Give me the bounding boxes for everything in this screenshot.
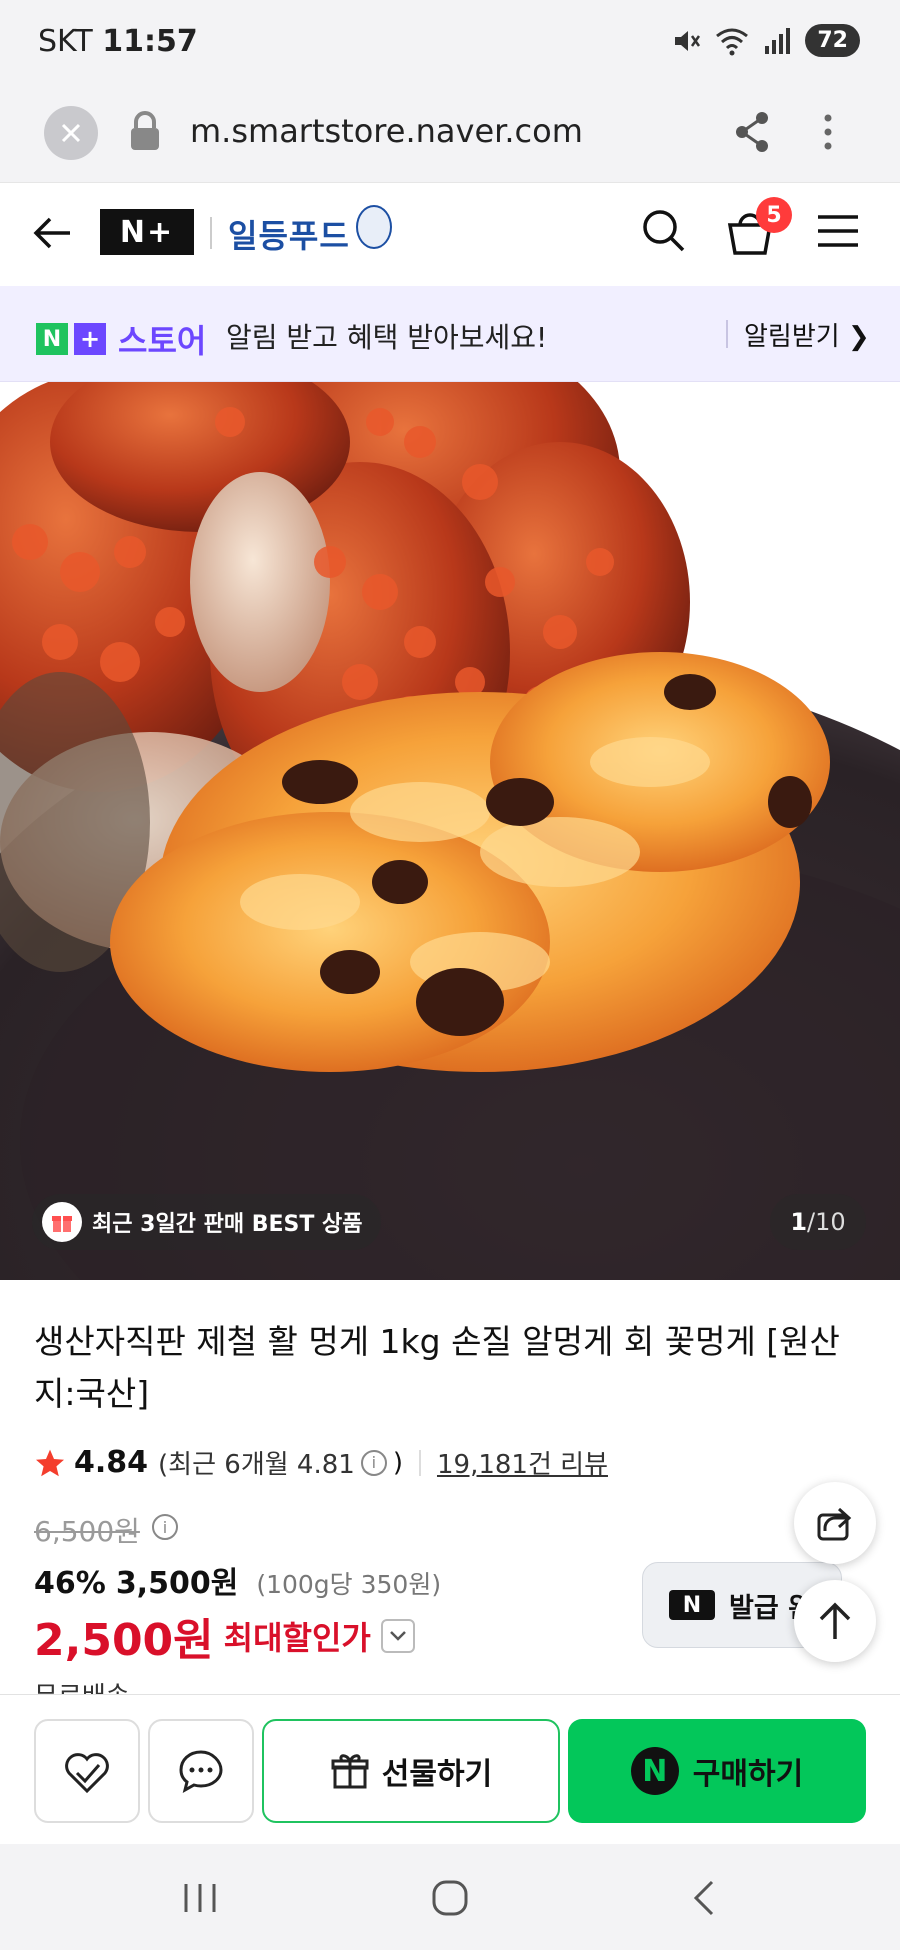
more-vert-icon[interactable] bbox=[818, 108, 838, 156]
recent-rating-close: ) bbox=[392, 1447, 403, 1478]
naver-pay-n-icon: N bbox=[630, 1747, 679, 1795]
carrier: SKT bbox=[38, 24, 93, 59]
logo-store-text: 스토어 bbox=[118, 322, 207, 360]
scroll-to-top-button[interactable] bbox=[794, 1580, 876, 1662]
best-seller-badge: 최근 3일간 판매 BEST 상품 bbox=[32, 1194, 381, 1250]
image-total: /10 bbox=[807, 1208, 846, 1236]
naver-plus-logo[interactable]: N+ bbox=[100, 209, 194, 255]
close-icon bbox=[61, 123, 81, 143]
store-brand-name[interactable]: 일등푸드 bbox=[228, 211, 350, 257]
max-discount-price: 2,500원 bbox=[34, 1615, 214, 1666]
home-icon[interactable] bbox=[430, 1880, 470, 1916]
search-icon[interactable] bbox=[640, 207, 688, 255]
close-tab-button[interactable] bbox=[44, 106, 98, 160]
notice-message: 알림 받고 혜택 받아보세요! bbox=[226, 321, 548, 354]
talk-talk-button[interactable] bbox=[148, 1719, 254, 1823]
back-arrow-icon[interactable] bbox=[30, 211, 74, 255]
max-discount-row[interactable]: 2,500원 최대할인가 bbox=[34, 1604, 415, 1668]
status-right: 72 bbox=[671, 24, 860, 57]
battery-indicator: 72 bbox=[805, 24, 860, 57]
info-icon[interactable]: i bbox=[360, 1449, 387, 1476]
mute-icon bbox=[675, 30, 701, 51]
gift-icon bbox=[42, 1202, 82, 1242]
chevron-down-icon[interactable] bbox=[380, 1619, 415, 1653]
chat-bubble-icon bbox=[179, 1750, 223, 1793]
original-price: 6,500원 bbox=[34, 1515, 140, 1548]
discount-price: 3,500원 bbox=[115, 1566, 239, 1601]
notice-divider bbox=[726, 320, 728, 348]
clock: 11:57 bbox=[102, 24, 198, 59]
product-image-gallery[interactable]: 최근 3일간 판매 BEST 상품 1 /10 bbox=[0, 382, 900, 1280]
lock-icon bbox=[131, 111, 159, 150]
rating-score: 4.84 bbox=[74, 1445, 149, 1480]
hamburger-menu-icon[interactable] bbox=[814, 211, 862, 251]
brand-mascot-icon bbox=[356, 205, 392, 249]
buy-now-button[interactable]: N 구매하기 bbox=[568, 1719, 866, 1823]
store-notification-banner[interactable]: N + 스토어 알림 받고 혜택 받아보세요! 알림받기 ❯ bbox=[0, 286, 900, 382]
back-icon[interactable] bbox=[688, 1880, 718, 1916]
gift-label: 선물하기 bbox=[381, 1757, 493, 1792]
store-header: N+ 일등푸드 5 bbox=[0, 182, 900, 284]
wishlist-button[interactable] bbox=[34, 1719, 140, 1823]
system-navigation-bar bbox=[0, 1844, 900, 1950]
logo-n: N bbox=[36, 323, 68, 355]
discount-row: 46% 3,500원 (100g당 350원) bbox=[34, 1558, 441, 1602]
best-seller-text: 최근 3일간 판매 BEST 상품 bbox=[92, 1212, 363, 1237]
status-bar: SKT 11:57 72 bbox=[0, 0, 900, 90]
wifi-icon bbox=[716, 28, 749, 55]
review-count-link[interactable]: 19,181건 리뷰 bbox=[437, 1444, 608, 1481]
share-icon[interactable] bbox=[732, 108, 772, 156]
product-title: 생산자직판 제철 활 멍게 1kg 손질 알멍게 회 꽃멍게 [원산지:국산] bbox=[34, 1322, 840, 1413]
subscribe-alert-button[interactable]: 알림받기 ❯ bbox=[744, 316, 870, 353]
gift-button[interactable]: 선물하기 bbox=[262, 1719, 560, 1823]
share-product-button[interactable] bbox=[794, 1482, 876, 1564]
image-counter: 1 /10 bbox=[770, 1194, 866, 1250]
max-discount-label: 최대할인가 bbox=[223, 1619, 371, 1657]
signal-icon bbox=[765, 27, 791, 54]
recent-rating: (최근 6개월 4.81 bbox=[158, 1450, 355, 1480]
arrow-up-icon bbox=[819, 1602, 851, 1639]
unit-price: (100g당 350원) bbox=[256, 1570, 442, 1599]
share-out-icon bbox=[817, 1507, 852, 1541]
buy-label: 구매하기 bbox=[692, 1757, 804, 1792]
gift-box-icon bbox=[331, 1754, 369, 1789]
recent-apps-icon[interactable] bbox=[180, 1880, 220, 1916]
purchase-action-bar: 선물하기 N 구매하기 bbox=[0, 1694, 900, 1844]
logo-plus: + bbox=[74, 323, 106, 355]
price-info-icon[interactable]: i bbox=[152, 1514, 178, 1540]
naver-store-logo: N + 스토어 bbox=[36, 316, 206, 362]
url-text[interactable]: m.smartstore.naver.com bbox=[190, 112, 583, 150]
header-divider bbox=[210, 217, 212, 249]
star-icon bbox=[36, 1449, 64, 1476]
naver-n-icon: N bbox=[669, 1590, 715, 1620]
discount-percent: 46% bbox=[34, 1566, 106, 1601]
product-photo bbox=[0, 382, 900, 1280]
browser-url-bar: m.smartstore.naver.com bbox=[0, 90, 900, 182]
cart-count-badge: 5 bbox=[756, 197, 792, 233]
rating-row: 4.84 (최근 6개월 4.81 i ) 19,181건 리뷰 bbox=[34, 1444, 608, 1481]
image-current: 1 bbox=[790, 1208, 808, 1236]
heart-check-icon bbox=[65, 1753, 109, 1794]
rating-divider bbox=[418, 1449, 421, 1476]
status-left: SKT 11:57 bbox=[38, 24, 198, 59]
